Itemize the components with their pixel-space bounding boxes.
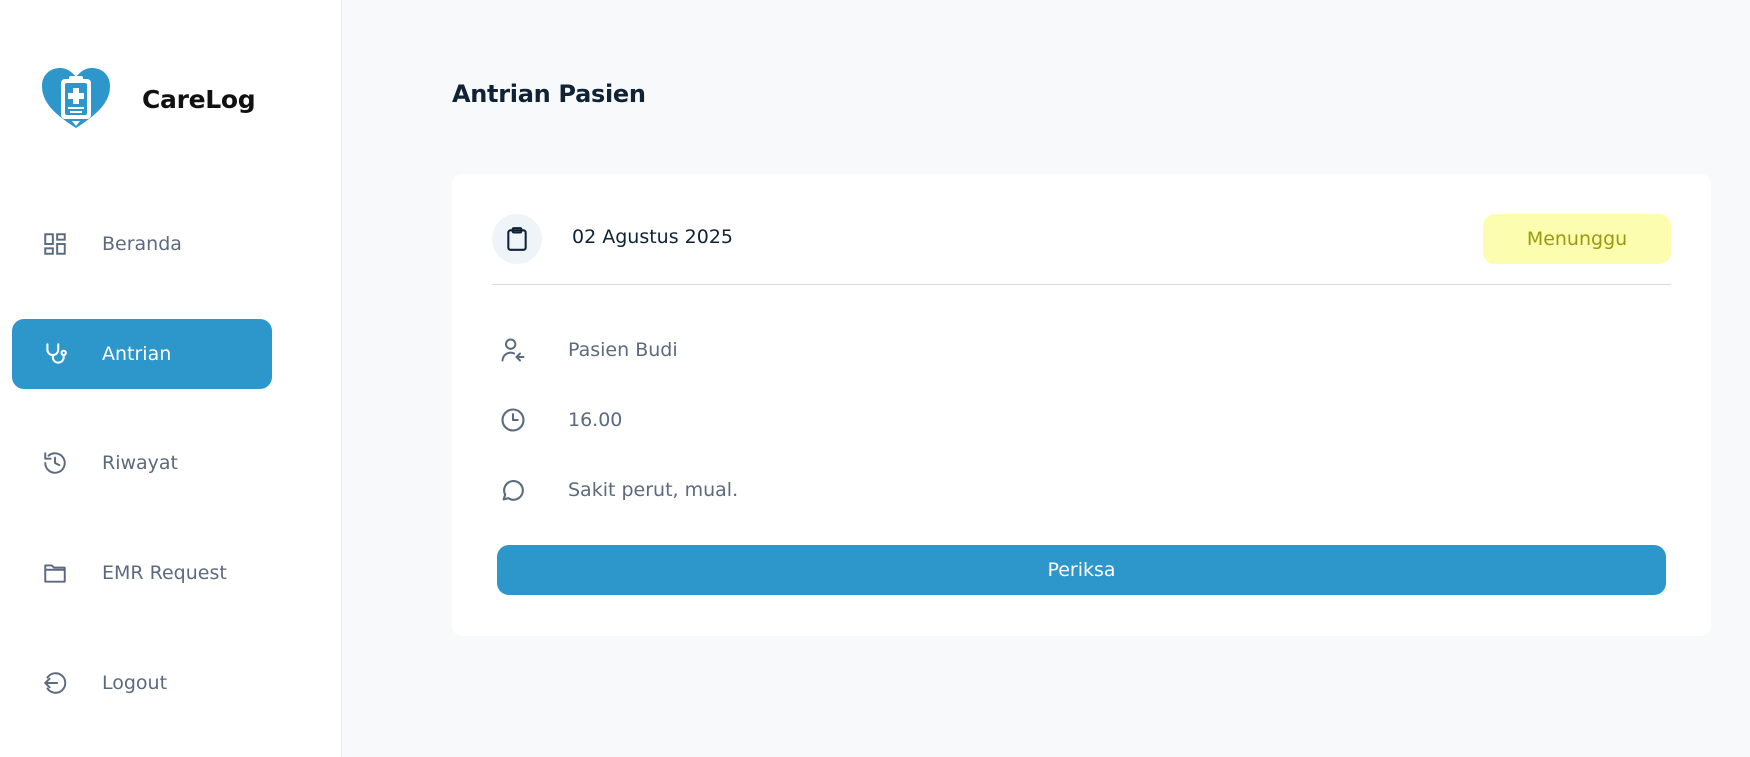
sidebar-item-label: Antrian (102, 343, 172, 365)
clipboard-icon (492, 214, 542, 264)
brand-name: CareLog (142, 84, 256, 114)
sidebar-item-label: EMR Request (102, 562, 227, 584)
sidebar-item-riwayat[interactable]: Riwayat (12, 428, 272, 498)
queue-date: 02 Agustus 2025 (572, 226, 733, 248)
dashboard-icon (42, 231, 68, 257)
stethoscope-icon (42, 341, 68, 367)
page-title: Antrian Pasien (452, 80, 646, 108)
clock-icon (498, 405, 528, 435)
sidebar-item-emr-request[interactable]: EMR Request (12, 538, 272, 608)
patient-name: Pasien Budi (568, 339, 678, 361)
complaint-text: Sakit perut, mual. (568, 479, 739, 501)
sidebar: CareLog Beranda Antrian Riwayat EMR Requ… (0, 0, 342, 757)
user-arrow-icon (498, 335, 528, 365)
chat-bubble-icon (498, 475, 528, 505)
status-badge: Menunggu (1483, 214, 1671, 264)
card-divider (492, 284, 1671, 285)
queue-card: 02 Agustus 2025 Menunggu Pasien Budi 16.… (452, 174, 1711, 636)
sidebar-item-label: Beranda (102, 233, 182, 255)
sidebar-item-beranda[interactable]: Beranda (12, 209, 272, 279)
patient-row: Pasien Budi (492, 330, 678, 370)
appointment-time: 16.00 (568, 409, 623, 431)
periksa-button[interactable]: Periksa (497, 545, 1666, 595)
logout-icon (42, 670, 68, 696)
sidebar-item-label: Logout (102, 672, 168, 694)
time-row: 16.00 (492, 400, 622, 440)
heart-clipboard-logo-icon (42, 68, 110, 128)
sidebar-item-antrian[interactable]: Antrian (12, 319, 272, 389)
complaint-row: Sakit perut, mual. (492, 470, 738, 510)
sidebar-item-logout[interactable]: Logout (12, 648, 272, 718)
brand[interactable]: CareLog (40, 66, 256, 132)
folder-icon (42, 560, 68, 586)
history-icon (42, 450, 68, 476)
sidebar-item-label: Riwayat (102, 452, 178, 474)
